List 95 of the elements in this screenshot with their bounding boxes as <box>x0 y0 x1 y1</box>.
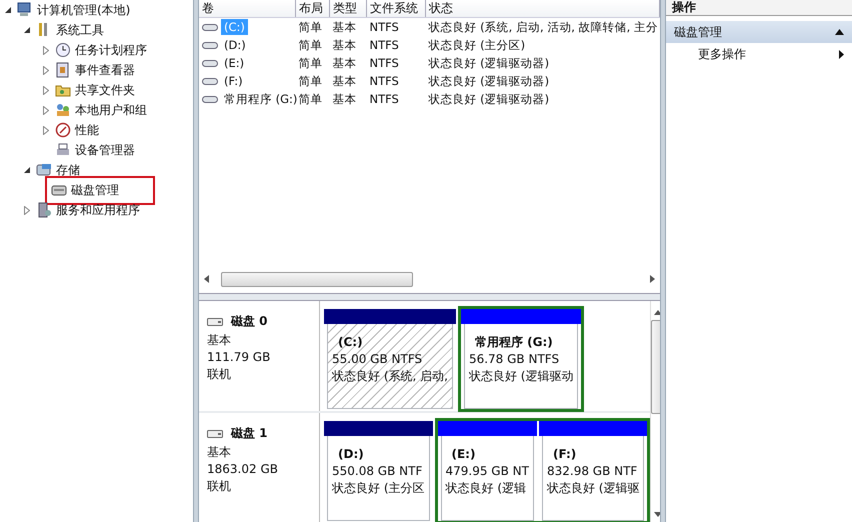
horizontal-scrollbar[interactable] <box>203 271 656 287</box>
computer-icon <box>17 2 33 18</box>
tree-item[interactable]: 服务和应用程序 <box>56 200 140 220</box>
column-header[interactable]: 类型 <box>330 0 366 18</box>
column-header[interactable]: 状态 <box>426 0 660 18</box>
partition-name: (C:) <box>337 334 364 351</box>
collapse-arrow-icon[interactable] <box>23 165 31 175</box>
drive-icon <box>202 94 218 104</box>
actions-header: 操作 <box>666 0 852 16</box>
table-cell: 简单 <box>298 56 322 70</box>
disk-status: 联机 <box>207 478 232 495</box>
table-cell: 简单 <box>298 38 322 52</box>
partition-size: 55.00 GB NTFS <box>332 351 424 368</box>
tree-item[interactable]: 磁盘管理 <box>71 180 119 200</box>
column-header[interactable]: 布局 <box>296 0 330 18</box>
scrollbar-thumb[interactable] <box>221 272 413 287</box>
disk-type: 基本 <box>207 332 232 349</box>
partition-name: (F:) <box>552 446 578 463</box>
partition-status: 状态良好 (逻辑驱动 <box>468 368 574 385</box>
column-header[interactable]: 卷 <box>199 0 296 18</box>
table-cell: 基本 <box>332 56 356 70</box>
table-cell: NTFS <box>370 20 399 34</box>
log-icon <box>55 62 71 78</box>
table-cell: 状态良好 (系统, 启动, 活动, 故障转储, 主分 <box>428 20 658 34</box>
drive-icon <box>202 76 218 86</box>
tree-item[interactable]: 共享文件夹 <box>75 80 135 100</box>
expand-arrow-icon[interactable] <box>42 105 50 115</box>
scroll-right-icon <box>649 275 656 283</box>
expand-arrow-icon[interactable] <box>42 65 50 75</box>
expand-arrow-icon[interactable] <box>42 125 50 135</box>
partition-status: 状态良好 (逻辑 <box>446 480 527 497</box>
partition-name: 常用程序 (G:) <box>474 334 554 351</box>
drive-icon <box>202 40 218 50</box>
submenu-arrow-icon <box>839 50 844 58</box>
disk-name: 磁盘 1 <box>231 425 268 442</box>
users-icon <box>55 102 71 118</box>
table-cell: NTFS <box>370 74 399 88</box>
disk-name: 磁盘 0 <box>231 313 268 330</box>
table-cell: NTFS <box>370 92 399 106</box>
table-cell: 简单 <box>298 74 322 88</box>
tree-item[interactable]: 系统工具 <box>56 20 104 40</box>
disk-type: 基本 <box>207 444 232 461</box>
tree-item[interactable]: 存储 <box>56 160 80 180</box>
actions-section[interactable]: 磁盘管理 <box>666 21 852 43</box>
table-cell: 状态良好 (逻辑驱动器) <box>428 74 550 88</box>
table-cell: 基本 <box>332 38 356 52</box>
tree-item[interactable]: 设备管理器 <box>75 140 135 160</box>
table-cell: 简单 <box>298 20 322 34</box>
table-cell: 简单 <box>298 92 322 106</box>
partition-status: 状态良好 (逻辑驱 <box>546 480 640 497</box>
disk-size: 111.79 GB <box>207 349 272 366</box>
clock-icon <box>55 42 71 58</box>
pane-splitter[interactable] <box>199 294 660 301</box>
partition-size: 550.08 GB NTF <box>332 463 424 480</box>
table-cell: 基本 <box>332 92 356 106</box>
tree-item[interactable]: 任务计划程序 <box>75 40 147 60</box>
partition-status: 状态良好 (主分区 <box>332 480 424 497</box>
table-cell: 状态良好 (主分区) <box>428 38 526 52</box>
table-cell: 状态良好 (逻辑驱动器) <box>428 92 550 106</box>
section-title: 磁盘管理 <box>674 24 722 40</box>
server-icon <box>36 202 52 218</box>
printer-icon <box>55 142 71 158</box>
expand-arrow-icon[interactable] <box>42 85 50 95</box>
tree-item[interactable]: 事件查看器 <box>75 60 135 80</box>
table-cell: 状态良好 (逻辑驱动器) <box>428 56 550 70</box>
partition-status: 状态良好 (系统, 启动, <box>332 368 448 385</box>
table-cell: 基本 <box>332 20 356 34</box>
gauge-icon <box>55 122 71 138</box>
partition-size: 479.95 GB NT <box>446 463 529 480</box>
disk-size: 1863.02 GB <box>207 461 279 478</box>
partition-size: 832.98 GB NTF <box>546 463 638 480</box>
tree-item[interactable]: 性能 <box>75 120 99 140</box>
collapse-arrow-icon[interactable] <box>23 25 31 35</box>
table-cell[interactable]: (F:) <box>221 73 246 89</box>
table-cell: NTFS <box>370 38 399 52</box>
tree-item[interactable]: 计算机管理(本地) <box>37 0 130 20</box>
drive-icon <box>202 22 218 32</box>
table-cell[interactable]: 常用程序 (G:) <box>221 90 300 108</box>
partition-size: 56.78 GB NTFS <box>468 351 560 368</box>
action-item[interactable]: 更多操作 <box>666 43 852 65</box>
drive-icon <box>202 58 218 68</box>
table-cell: 基本 <box>332 74 356 88</box>
disk-status: 联机 <box>207 366 232 383</box>
table-cell[interactable]: (D:) <box>221 37 249 53</box>
storage-icon <box>36 162 52 178</box>
table-cell[interactable]: (E:) <box>221 55 248 71</box>
tree-item[interactable]: 本地用户和组 <box>75 100 147 120</box>
column-header[interactable]: 文件系统 <box>366 0 426 18</box>
partition-name: (D:) <box>337 446 365 463</box>
expand-arrow-icon[interactable] <box>42 45 50 55</box>
expand-arrow-icon[interactable] <box>23 205 31 215</box>
partition-name: (E:) <box>450 446 476 463</box>
scroll-left-icon <box>203 275 210 283</box>
collapse-arrow-icon[interactable] <box>4 5 12 15</box>
table-cell: NTFS <box>370 56 399 70</box>
